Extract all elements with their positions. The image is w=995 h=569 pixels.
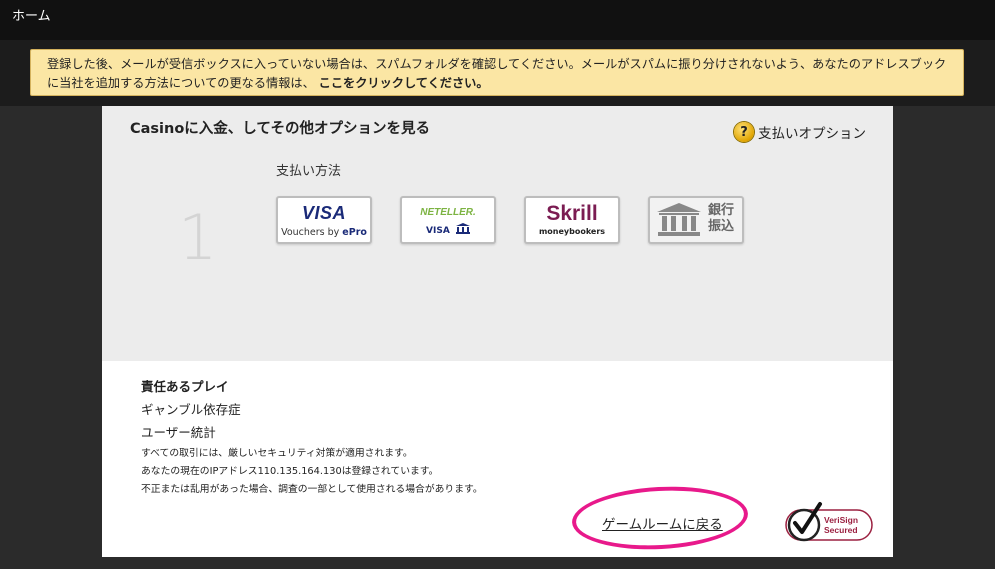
bank-building-icon xyxy=(657,203,701,236)
payment-method-visa-epro[interactable]: VISA Vouchers by ePro xyxy=(276,196,372,244)
notice-click-here-link[interactable]: ここをクリックしてください。 xyxy=(319,76,489,90)
payment-options-label: 支払いオプション xyxy=(758,126,866,142)
responsible-play-heading: 責任あるプレイ xyxy=(141,379,229,394)
step-number: 1 xyxy=(178,201,218,274)
visa-subtitle: Vouchers by ePro xyxy=(281,227,367,238)
security-line-2: あなたの現在のIPアドレス110.135.164.130は登録されています。 xyxy=(141,466,439,477)
neteller-subtitle: VISA xyxy=(402,223,494,236)
security-line-3: 不正または乱用があった場合、調査の一部として使用される場合があります。 xyxy=(141,484,483,495)
skrill-subtitle: moneybookers xyxy=(538,227,606,236)
user-statistics-link[interactable]: ユーザー統計 xyxy=(141,422,483,441)
back-to-lobby-link[interactable]: ゲームルームに戻る xyxy=(602,513,723,533)
deposit-panel: Casinoに入金、してその他オプションを見る ? 支払いオプション 1 支払い… xyxy=(102,106,893,557)
notice-text: 登録した後、メールが受信ボックスに入っていない場合は、スパムフォルダを確認してく… xyxy=(47,57,947,90)
footer-info: 責任あるプレイ ギャンブル依存症 ユーザー統計 すべての取引には、厳しいセキュリ… xyxy=(141,376,483,499)
neteller-logo-text: NETELLER. xyxy=(420,207,476,218)
home-link[interactable]: ホーム xyxy=(12,5,51,24)
top-nav-bar: ホーム xyxy=(0,0,995,40)
payment-methods-label: 支払い方法 xyxy=(276,164,342,179)
payment-method-neteller[interactable]: NETELLER. VISA xyxy=(400,196,496,244)
payment-method-bank-transfer[interactable]: 銀行振込 xyxy=(648,196,744,244)
verisign-line2: Secured xyxy=(824,525,858,535)
security-line-1: すべての取引には、厳しいセキュリティ対策が適用されます。 xyxy=(141,448,413,459)
bank-transfer-label: 銀行振込 xyxy=(708,203,735,234)
back-to-lobby-area: ゲームルームに戻る xyxy=(570,482,752,557)
deposit-title: Casinoに入金、してその他オプションを見る xyxy=(130,121,430,137)
skrill-logo-text: Skrill xyxy=(546,202,598,225)
spam-notice-banner: 登録した後、メールが受信ボックスに入っていない場合は、スパムフォルダを確認してく… xyxy=(30,49,964,96)
payment-options-link[interactable]: ? 支払いオプション xyxy=(734,120,866,144)
help-icon: ? xyxy=(734,122,754,142)
verisign-badge: VeriSign Secured xyxy=(785,502,873,542)
payment-section: Casinoに入金、してその他オプションを見る ? 支払いオプション 1 支払い… xyxy=(102,106,893,361)
visa-logo-text: VISA xyxy=(301,203,346,223)
verisign-line1: VeriSign xyxy=(824,515,858,525)
gambling-addiction-link[interactable]: ギャンブル依存症 xyxy=(141,399,483,418)
payment-method-skrill[interactable]: Skrill moneybookers xyxy=(524,196,620,244)
bank-icon xyxy=(455,223,470,234)
